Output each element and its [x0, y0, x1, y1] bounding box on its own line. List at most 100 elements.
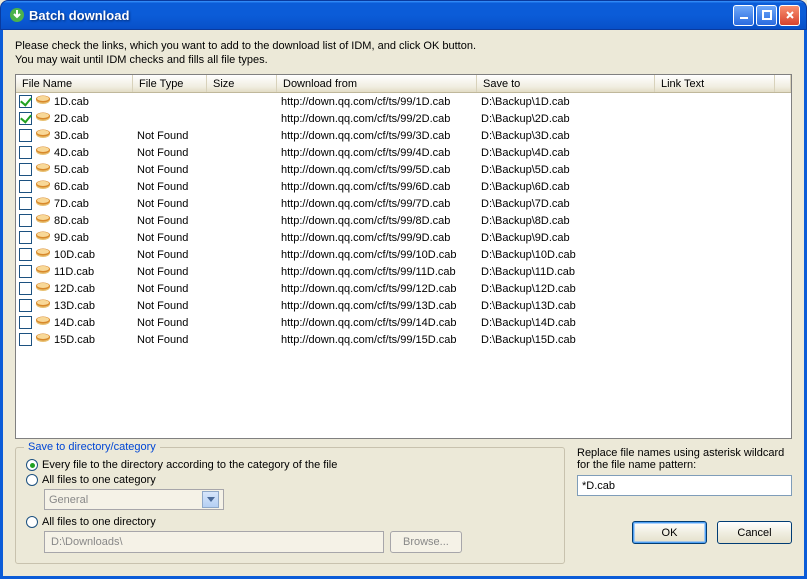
cell-save-to: D:\Backup\5D.cab — [477, 163, 655, 177]
cell-size — [207, 305, 277, 307]
cell-save-to: D:\Backup\1D.cab — [477, 95, 655, 109]
cell-link-text — [655, 169, 775, 171]
cell-file-type: Not Found — [133, 129, 207, 143]
row-checkbox[interactable] — [19, 299, 32, 312]
col-download-from[interactable]: Download from — [277, 75, 477, 92]
table-row[interactable]: 8D.cabNot Foundhttp://down.qq.com/cf/ts/… — [16, 212, 791, 229]
cell-download-from: http://down.qq.com/cf/ts/99/7D.cab — [277, 197, 477, 211]
instruction-line-2: You may wait until IDM checks and fills … — [15, 54, 792, 66]
cell-file-type: Not Found — [133, 146, 207, 160]
cell-size — [207, 186, 277, 188]
file-icon — [35, 111, 51, 126]
table-row[interactable]: 7D.cabNot Foundhttp://down.qq.com/cf/ts/… — [16, 195, 791, 212]
table-row[interactable]: 4D.cabNot Foundhttp://down.qq.com/cf/ts/… — [16, 144, 791, 161]
cell-link-text — [655, 203, 775, 205]
cell-file-name: 3D.cab — [54, 130, 89, 142]
directory-input[interactable]: D:\Downloads\ — [44, 531, 384, 553]
file-icon — [35, 315, 51, 330]
row-checkbox[interactable] — [19, 231, 32, 244]
cell-file-name: 5D.cab — [54, 164, 89, 176]
cell-save-to: D:\Backup\7D.cab — [477, 197, 655, 211]
table-row[interactable]: 12D.cabNot Foundhttp://down.qq.com/cf/ts… — [16, 280, 791, 297]
row-checkbox[interactable] — [19, 180, 32, 193]
ok-button[interactable]: OK — [632, 521, 707, 544]
maximize-button[interactable] — [756, 5, 777, 26]
file-icon — [35, 145, 51, 160]
pattern-input[interactable] — [577, 475, 792, 496]
cell-file-type: Not Found — [133, 214, 207, 228]
table-row[interactable]: 15D.cabNot Foundhttp://down.qq.com/cf/ts… — [16, 331, 791, 348]
table-row[interactable]: 2D.cabhttp://down.qq.com/cf/ts/99/2D.cab… — [16, 110, 791, 127]
col-link-text[interactable]: Link Text — [655, 75, 775, 92]
cell-file-type: Not Found — [133, 299, 207, 313]
app-icon — [9, 7, 25, 23]
cell-download-from: http://down.qq.com/cf/ts/99/10D.cab — [277, 248, 477, 262]
table-row[interactable]: 14D.cabNot Foundhttp://down.qq.com/cf/ts… — [16, 314, 791, 331]
cell-size — [207, 237, 277, 239]
cell-link-text — [655, 271, 775, 273]
cell-size — [207, 322, 277, 324]
col-file-name[interactable]: File Name — [16, 75, 133, 92]
row-checkbox[interactable] — [19, 129, 32, 142]
table-row[interactable]: 1D.cab http://down.qq.com/cf/ts/99/1D.cab… — [16, 93, 791, 110]
window-title: Batch download — [29, 8, 733, 23]
category-combo[interactable]: General — [44, 489, 224, 510]
radio-by-category[interactable] — [26, 459, 38, 471]
cell-save-to: D:\Backup\2D.cab — [477, 112, 655, 126]
cell-download-from: http://down.qq.com/cf/ts/99/2D.cab — [277, 112, 477, 126]
table-row[interactable]: 3D.cabNot Foundhttp://down.qq.com/cf/ts/… — [16, 127, 791, 144]
table-row[interactable]: 6D.cabNot Foundhttp://down.qq.com/cf/ts/… — [16, 178, 791, 195]
table-row[interactable]: 13D.cabNot Foundhttp://down.qq.com/cf/ts… — [16, 297, 791, 314]
table-row[interactable]: 5D.cabNot Foundhttp://down.qq.com/cf/ts/… — [16, 161, 791, 178]
row-checkbox[interactable] — [19, 248, 32, 261]
cell-download-from: http://down.qq.com/cf/ts/99/1D.cab — [277, 95, 477, 109]
file-icon — [35, 281, 51, 296]
file-icon — [35, 94, 51, 109]
row-checkbox[interactable] — [19, 316, 32, 329]
row-checkbox[interactable] — [19, 265, 32, 278]
table-row[interactable]: 10D.cabNot Foundhttp://down.qq.com/cf/ts… — [16, 246, 791, 263]
row-checkbox[interactable] — [19, 95, 32, 108]
row-checkbox[interactable] — [19, 282, 32, 295]
cell-file-type: Not Found — [133, 316, 207, 330]
row-checkbox[interactable] — [19, 146, 32, 159]
cell-download-from: http://down.qq.com/cf/ts/99/5D.cab — [277, 163, 477, 177]
row-checkbox[interactable] — [19, 197, 32, 210]
cancel-button[interactable]: Cancel — [717, 521, 792, 544]
file-icon — [35, 162, 51, 177]
col-size[interactable]: Size — [207, 75, 277, 92]
chevron-down-icon — [202, 491, 219, 508]
radio-one-category[interactable] — [26, 474, 38, 486]
cell-file-name: 1D.cab — [54, 96, 89, 108]
cell-link-text — [655, 322, 775, 324]
cell-file-name: 9D.cab — [54, 232, 89, 244]
col-file-type[interactable]: File Type — [133, 75, 207, 92]
close-button[interactable] — [779, 5, 800, 26]
row-checkbox[interactable] — [19, 112, 32, 125]
row-checkbox[interactable] — [19, 214, 32, 227]
col-save-to[interactable]: Save to — [477, 75, 655, 92]
browse-button[interactable]: Browse... — [390, 531, 462, 553]
row-checkbox[interactable] — [19, 163, 32, 176]
cell-size — [207, 135, 277, 137]
radio-one-directory[interactable] — [26, 516, 38, 528]
cell-link-text — [655, 101, 775, 103]
cell-file-name: 6D.cab — [54, 181, 89, 193]
table-row[interactable]: 9D.cabNot Foundhttp://down.qq.com/cf/ts/… — [16, 229, 791, 246]
file-icon — [35, 230, 51, 245]
cell-download-from: http://down.qq.com/cf/ts/99/12D.cab — [277, 282, 477, 296]
row-checkbox[interactable] — [19, 333, 32, 346]
cell-download-from: http://down.qq.com/cf/ts/99/13D.cab — [277, 299, 477, 313]
radio-one-category-label: All files to one category — [42, 474, 156, 486]
cell-save-to: D:\Backup\11D.cab — [477, 265, 655, 279]
table-header: File Name File Type Size Download from S… — [16, 75, 791, 93]
cell-save-to: D:\Backup\6D.cab — [477, 180, 655, 194]
table-row[interactable]: 11D.cabNot Foundhttp://down.qq.com/cf/ts… — [16, 263, 791, 280]
titlebar[interactable]: Batch download — [0, 0, 807, 30]
minimize-button[interactable] — [733, 5, 754, 26]
file-icon — [35, 264, 51, 279]
group-legend: Save to directory/category — [24, 441, 160, 453]
cell-link-text — [655, 135, 775, 137]
cell-download-from: http://down.qq.com/cf/ts/99/9D.cab — [277, 231, 477, 245]
file-icon — [35, 179, 51, 194]
